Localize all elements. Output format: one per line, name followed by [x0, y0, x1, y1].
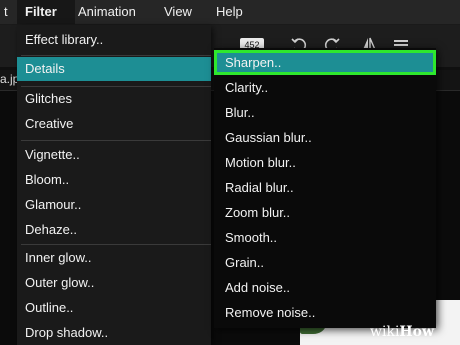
submenu-item-add-noise[interactable]: Add noise..	[214, 275, 436, 300]
menu-item-glitches[interactable]: Glitches	[17, 87, 211, 111]
menu-item-details[interactable]: Details	[17, 57, 211, 81]
menu-item-effect-library[interactable]: Effect library..	[17, 28, 211, 52]
menu-item-drop-shadow[interactable]: Drop shadow..	[17, 321, 211, 345]
menu-help[interactable]: Help	[208, 0, 251, 24]
submenu-item-zoom-blur[interactable]: Zoom blur..	[214, 200, 436, 225]
details-submenu: Sharpen.. Clarity.. Blur.. Gaussian blur…	[214, 48, 436, 328]
menu-separator	[21, 55, 211, 56]
watermark-prefix: wiki	[370, 324, 400, 340]
filter-dropdown: Effect library.. Details Glitches Creati…	[17, 25, 211, 345]
submenu-item-motion-blur[interactable]: Motion blur..	[214, 150, 436, 175]
menu-item-creative[interactable]: Creative	[17, 112, 211, 136]
watermark: wikiHow	[370, 324, 434, 340]
menu-item-outline[interactable]: Outline..	[17, 296, 211, 320]
menu-separator	[21, 140, 211, 141]
menu-bar: t Filter Animation View Help	[0, 0, 460, 25]
watermark-suffix: How	[399, 324, 435, 340]
submenu-item-grain[interactable]: Grain..	[214, 250, 436, 275]
submenu-item-remove-noise[interactable]: Remove noise..	[214, 300, 436, 325]
submenu-item-clarity[interactable]: Clarity..	[214, 75, 436, 100]
menu-item-inner-glow[interactable]: Inner glow..	[17, 246, 211, 270]
menu-separator	[21, 244, 211, 245]
submenu-item-smooth[interactable]: Smooth..	[214, 225, 436, 250]
menu-animation[interactable]: Animation	[70, 0, 144, 24]
menu-item-glamour[interactable]: Glamour..	[17, 193, 211, 217]
menu-item-partial[interactable]: t	[0, 0, 16, 24]
menu-item-bloom[interactable]: Bloom..	[17, 168, 211, 192]
menu-view[interactable]: View	[156, 0, 200, 24]
menu-item-dehaze[interactable]: Dehaze..	[17, 218, 211, 242]
menu-item-vignette[interactable]: Vignette..	[17, 143, 211, 167]
menu-filter[interactable]: Filter	[17, 0, 75, 24]
submenu-item-blur[interactable]: Blur..	[214, 100, 436, 125]
submenu-item-gaussian-blur[interactable]: Gaussian blur..	[214, 125, 436, 150]
submenu-item-radial-blur[interactable]: Radial blur..	[214, 175, 436, 200]
menu-item-outer-glow[interactable]: Outer glow..	[17, 271, 211, 295]
submenu-item-sharpen[interactable]: Sharpen..	[214, 50, 436, 75]
